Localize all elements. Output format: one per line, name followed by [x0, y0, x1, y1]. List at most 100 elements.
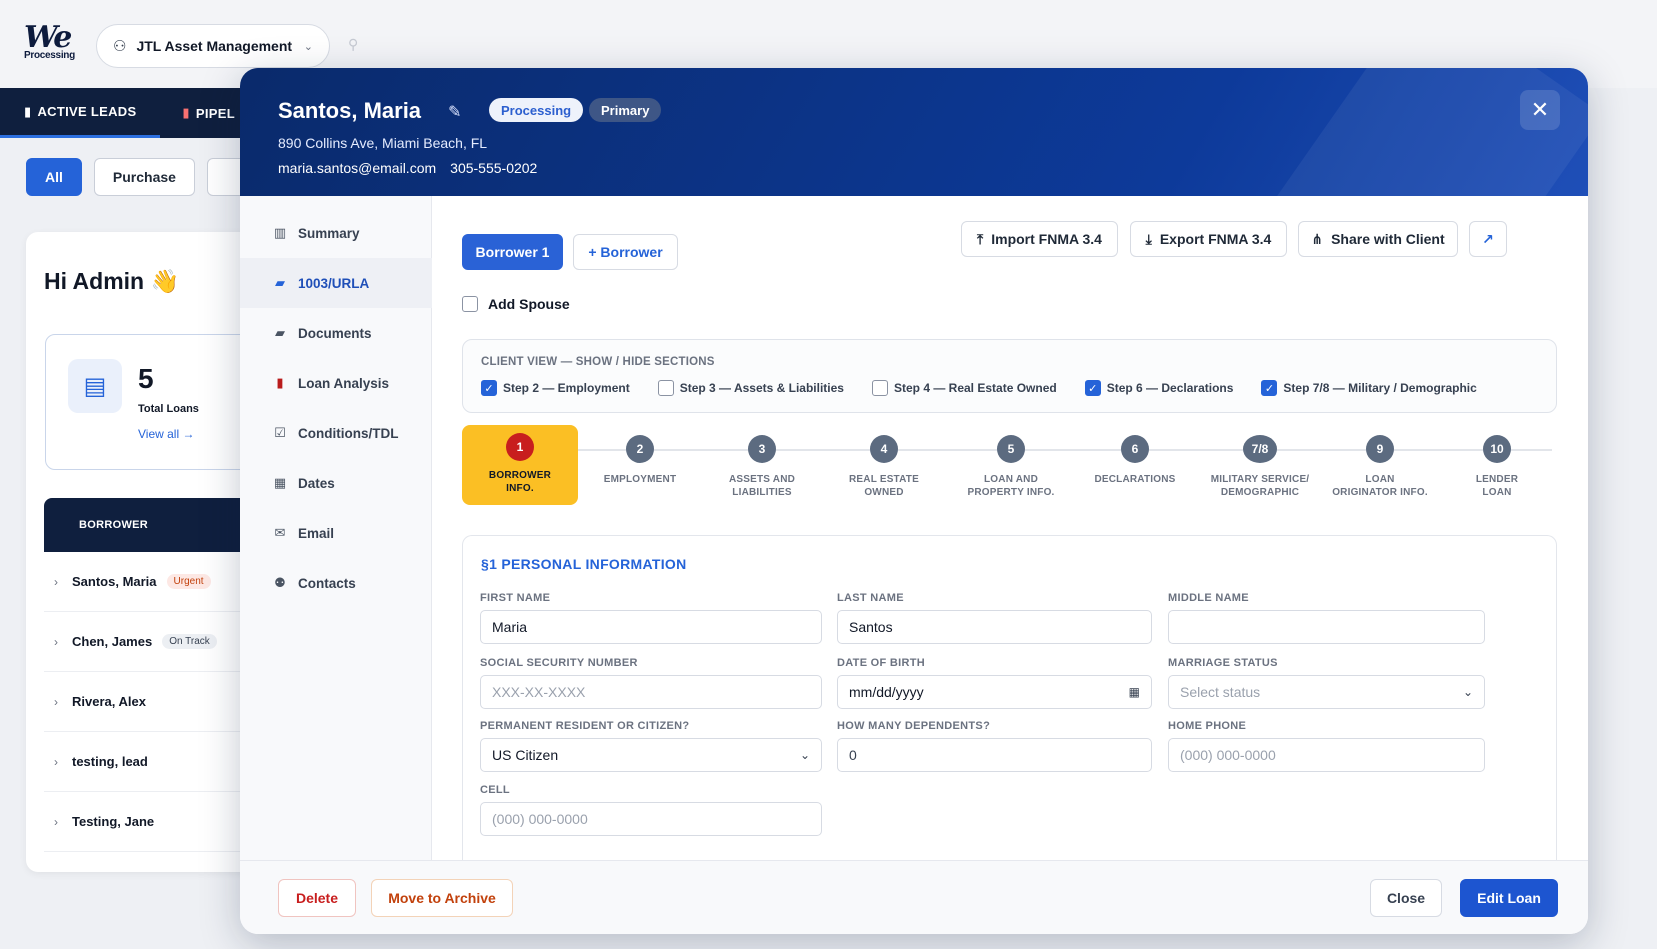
add-borrower-button[interactable]: + Borrower: [573, 234, 678, 270]
step-5[interactable]: 5 LOAN AND PROPERTY INFO.: [953, 433, 1069, 499]
sidebar-item-email[interactable]: ✉ Email: [240, 508, 432, 558]
status-badge: On Track: [162, 634, 217, 649]
filter-all[interactable]: All: [26, 158, 82, 196]
move-to-archive-button[interactable]: Move to Archive: [371, 879, 513, 917]
lead-name: Chen, James: [72, 634, 153, 649]
residency-select[interactable]: US Citizen ⌄: [480, 738, 822, 772]
client-view-option[interactable]: ✓ Step 2 — Employment: [481, 380, 630, 396]
nav-active-leads[interactable]: ▮ ACTIVE LEADS: [0, 88, 161, 138]
pin-icon[interactable]: ⚲: [348, 36, 358, 53]
sidebar-item-documents[interactable]: ▰ Documents: [240, 308, 432, 358]
external-link-icon[interactable]: ↗: [1469, 221, 1507, 257]
client-view-option[interactable]: ✓ Step 7/8 — Military / Demographic: [1261, 380, 1477, 396]
sidebar-item-label: 1003/URLA: [298, 275, 370, 291]
dob-input[interactable]: mm/dd/yyyy ▦: [837, 675, 1152, 709]
chevron-right-icon[interactable]: ›: [54, 695, 58, 709]
chevron-right-icon[interactable]: ›: [54, 755, 58, 769]
step-3[interactable]: 3 ASSETS AND LIABILITIES: [704, 433, 820, 499]
option-label: Step 2 — Employment: [503, 381, 630, 395]
step-number: 10: [1483, 435, 1511, 463]
checkbox[interactable]: [657, 380, 674, 396]
option-label: Step 4 — Real Estate Owned: [893, 381, 1057, 395]
sidebar-item-contacts[interactable]: ⚉ Contacts: [240, 558, 432, 608]
sidebar-item-label: Documents: [298, 325, 372, 341]
borrower-email: maria.santos@email.com: [278, 160, 437, 176]
sidebar-item-dates[interactable]: ▦ Dates: [240, 458, 432, 508]
step-label: DECLARATIONS: [1094, 474, 1176, 485]
sidebar-item-conditions[interactable]: ☑ Conditions/TDL: [240, 408, 432, 458]
step-10[interactable]: 10 LENDER LOAN: [1439, 433, 1555, 499]
delete-button[interactable]: Delete: [278, 879, 356, 917]
sidebar-item-loan-analysis[interactable]: ▮ Loan Analysis: [240, 358, 432, 408]
first-name-input[interactable]: Maria: [480, 610, 822, 644]
cell-input[interactable]: (000) 000-0000: [480, 802, 822, 836]
sidebar-item-label: Summary: [298, 225, 360, 241]
chevron-right-icon[interactable]: ›: [54, 635, 58, 649]
borrower-address: 890 Collins Ave, Miami Beach, FL: [278, 135, 488, 151]
chevron-right-icon[interactable]: ›: [54, 815, 58, 829]
app-logo[interactable]: We Processing: [24, 23, 75, 64]
client-view-options: ✓ Step 2 — Employment Step 3 — Assets & L…: [481, 380, 1477, 396]
marriage-status-select[interactable]: Select status ⌄: [1168, 675, 1485, 709]
step-number: 2: [626, 435, 654, 463]
step-2[interactable]: 2 EMPLOYMENT: [582, 433, 698, 486]
import-fnma-button[interactable]: ⤒ Import FNMA 3.4: [961, 221, 1118, 257]
header-decoration: [1273, 68, 1588, 196]
download-icon: ⤓: [1145, 230, 1152, 247]
loan-modal: Santos, Maria ✎ Processing Primary 890 C…: [240, 68, 1588, 934]
step-label: BORROWER INFO.: [488, 470, 552, 494]
close-icon[interactable]: ✕: [1520, 90, 1560, 130]
edit-loan-button[interactable]: Edit Loan: [1460, 879, 1558, 917]
chevron-down-icon: ⌄: [303, 40, 313, 53]
step-label: ASSETS AND LIABILITIES: [728, 474, 796, 498]
filter-purchase[interactable]: Purchase: [93, 158, 195, 196]
export-label: Export FNMA 3.4: [1159, 231, 1272, 247]
add-spouse-checkbox[interactable]: Add Spouse: [462, 296, 570, 312]
checkbox[interactable]: [871, 380, 888, 396]
field-label: FIRST NAME: [480, 592, 551, 604]
share-icon: ⋔: [1311, 230, 1324, 247]
organization-select[interactable]: ⚇ JTL Asset Management ⌄: [96, 24, 330, 68]
close-button[interactable]: Close: [1370, 879, 1442, 917]
last-name-input[interactable]: Santos: [837, 610, 1152, 644]
tab-borrower-1[interactable]: Borrower 1: [462, 234, 563, 270]
document-icon: ▰: [275, 325, 285, 340]
pencil-icon[interactable]: ✎: [448, 102, 461, 122]
ssn-input[interactable]: XXX-XX-XXXX: [480, 675, 822, 709]
document-icon: ▤: [68, 359, 122, 413]
option-label: Step 6 — Declarations: [1106, 381, 1234, 395]
export-fnma-button[interactable]: ⤓ Export FNMA 3.4: [1130, 221, 1287, 257]
checkbox-icon: ☑: [274, 425, 286, 440]
sidebar-item-urla[interactable]: ▰ 1003/URLA: [240, 258, 432, 308]
chevron-right-icon[interactable]: ›: [54, 575, 58, 589]
home-phone-input[interactable]: (000) 000-0000: [1168, 738, 1485, 772]
client-view-option[interactable]: Step 4 — Real Estate Owned: [871, 380, 1057, 396]
modal-sidebar: ▥ Summary ▰ 1003/URLA ▰ Documents ▮ Loan…: [240, 196, 432, 860]
role-badge: Primary: [589, 98, 662, 122]
checkbox-checked[interactable]: ✓: [481, 380, 497, 396]
field-label: MIDDLE NAME: [1168, 592, 1249, 604]
borrower-name: Santos, Maria: [278, 98, 422, 123]
logo-subtext: Processing: [24, 50, 75, 61]
client-view-option[interactable]: Step 3 — Assets & Liabilities: [657, 380, 844, 396]
checkbox[interactable]: [462, 296, 478, 312]
dependents-input[interactable]: 0: [837, 738, 1152, 772]
calendar-icon[interactable]: ▦: [1129, 685, 1140, 699]
middle-name-input[interactable]: [1168, 610, 1485, 644]
client-view-option[interactable]: ✓ Step 6 — Declarations: [1084, 380, 1234, 396]
status-badge: Urgent: [166, 574, 211, 589]
checkbox-checked[interactable]: ✓: [1261, 380, 1278, 396]
share-with-client-button[interactable]: ⋔ Share with Client: [1298, 221, 1458, 257]
sidebar-item-summary[interactable]: ▥ Summary: [240, 208, 432, 258]
org-icon: ⚇: [113, 38, 127, 55]
step-4[interactable]: 4 REAL ESTATE OWNED: [826, 433, 942, 499]
main-nav: ▮ ACTIVE LEADS ▮ PIPEL: [0, 88, 260, 138]
lead-name: Santos, Maria: [72, 574, 157, 589]
step-9[interactable]: 9 LOAN ORIGINATOR INFO.: [1322, 433, 1438, 499]
step-6[interactable]: 6 DECLARATIONS: [1077, 433, 1193, 486]
step-1[interactable]: 1 BORROWER INFO.: [462, 425, 578, 505]
checkbox-checked[interactable]: ✓: [1084, 380, 1101, 396]
sidebar-item-label: Dates: [298, 475, 335, 491]
view-all-link[interactable]: View all →: [138, 427, 194, 441]
step-7-8[interactable]: 7/8 MILITARY SERVICE/DEMOGRAPHIC: [1200, 433, 1320, 499]
